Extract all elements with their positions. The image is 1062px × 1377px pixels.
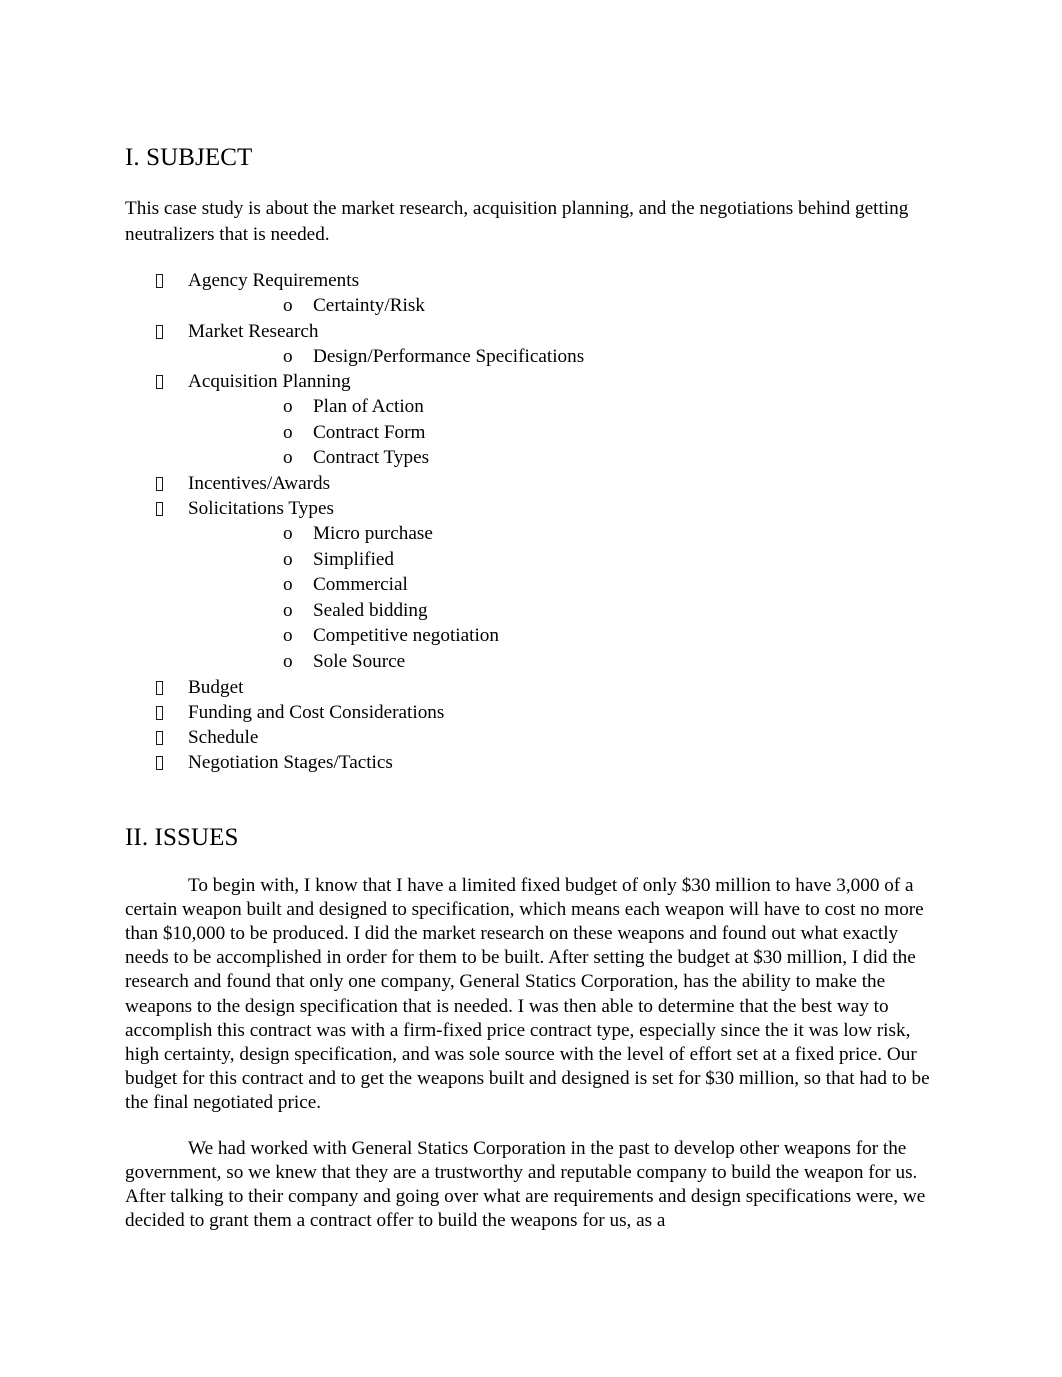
- sub-list-item-label: Simplified: [313, 548, 395, 570]
- list-item: Market Research o Design/Performance Spe…: [125, 319, 937, 370]
- sub-list-item: o Contract Form: [188, 420, 937, 446]
- bullet-box-icon: [156, 725, 170, 750]
- document-body: I. SUBJECT This case study is about the …: [125, 143, 937, 1233]
- sub-list-item-label: Certainty/Risk: [313, 295, 425, 316]
- sub-outline-list: o Certainty/Risk: [188, 293, 937, 319]
- page-title-issues: II. ISSUES: [125, 823, 239, 851]
- sub-list-item: o Sole Source: [188, 649, 937, 675]
- sub-list-item: o Commercial: [188, 572, 937, 598]
- sub-list-item-label: Micro purchase: [313, 522, 433, 544]
- sub-list-item: o Design/Performance Specifications: [188, 344, 937, 370]
- circle-bullet-icon: o: [283, 650, 293, 672]
- bullet-box-icon: [156, 268, 170, 293]
- list-item-label: Market Research: [188, 320, 319, 342]
- subject-outline-list: Agency Requirements o Certainty/Risk Mar…: [125, 268, 937, 775]
- sub-list-item: o Sealed bidding: [188, 598, 937, 624]
- sub-list-item-label: Commercial: [313, 574, 408, 596]
- bullet-box-icon: [156, 496, 170, 521]
- issues-paragraph-2: We had worked with General Statics Corpo…: [125, 1137, 926, 1232]
- circle-bullet-icon: o: [283, 421, 293, 443]
- list-item: Agency Requirements o Certainty/Risk: [125, 268, 937, 319]
- sub-list-item-label: Design/Performance Specifications: [313, 345, 585, 367]
- list-item: Solicitations Types o Micro purchase o S…: [125, 496, 937, 675]
- sub-list-item: o Plan of Action: [188, 394, 937, 420]
- sub-list-item: o Contract Types: [188, 445, 937, 471]
- bullet-box-icon: [156, 471, 170, 496]
- circle-bullet-icon: o: [283, 345, 293, 367]
- circle-bullet-icon: o: [283, 295, 293, 316]
- list-item-label: Schedule: [188, 726, 259, 748]
- sub-list-item: o Competitive negotiation: [188, 623, 937, 649]
- circle-bullet-icon: o: [283, 599, 293, 621]
- sub-list-item: o Simplified: [188, 547, 937, 573]
- list-item-label: Agency Requirements: [188, 270, 360, 291]
- sub-list-item-label: Plan of Action: [313, 396, 424, 418]
- list-item-label: Budget: [188, 676, 244, 698]
- document-page: I. SUBJECT This case study is about the …: [0, 0, 1062, 1377]
- circle-bullet-icon: o: [283, 625, 293, 647]
- circle-bullet-icon: o: [283, 574, 293, 596]
- sub-list-item: o Micro purchase: [188, 521, 937, 547]
- issues-paragraph-1: To begin with, I know that I have a limi…: [125, 874, 930, 1114]
- circle-bullet-icon: o: [283, 548, 293, 570]
- list-item: Negotiation Stages/Tactics: [125, 750, 937, 775]
- list-item-label: Funding and Cost Considerations: [188, 701, 445, 723]
- circle-bullet-icon: o: [283, 396, 293, 418]
- page-title-subject: I. SUBJECT: [125, 144, 253, 171]
- bullet-box-icon: [156, 750, 170, 775]
- sub-list-item: o Certainty/Risk: [188, 293, 937, 319]
- list-item: Budget: [125, 675, 937, 700]
- list-item: Incentives/Awards: [125, 471, 937, 496]
- sub-outline-list: o Plan of Action o Contract Form o Contr…: [188, 394, 937, 471]
- list-item-label: Acquisition Planning: [188, 371, 351, 393]
- list-item-label: Negotiation Stages/Tactics: [188, 751, 393, 773]
- list-item: Funding and Cost Considerations: [125, 700, 937, 725]
- list-item-label: Incentives/Awards: [188, 472, 331, 494]
- sub-list-item-label: Sealed bidding: [313, 599, 428, 621]
- list-item: Schedule: [125, 725, 937, 750]
- list-item: Acquisition Planning o Plan of Action o …: [125, 369, 937, 471]
- bullet-box-icon: [156, 319, 170, 344]
- bullet-box-icon: [156, 675, 170, 700]
- list-item-label: Solicitations Types: [188, 497, 334, 519]
- sub-list-item-label: Competitive negotiation: [313, 625, 499, 647]
- subject-lead-paragraph: This case study is about the market rese…: [125, 198, 909, 245]
- bullet-box-icon: [156, 700, 170, 725]
- sub-outline-list: o Design/Performance Specifications: [188, 344, 937, 370]
- sub-list-item-label: Contract Form: [313, 421, 426, 443]
- sub-outline-list: o Micro purchase o Simplified o Commerci…: [188, 521, 937, 675]
- sub-list-item-label: Contract Types: [313, 447, 430, 469]
- sub-list-item-label: Sole Source: [313, 650, 406, 672]
- bullet-box-icon: [156, 369, 170, 394]
- circle-bullet-icon: o: [283, 522, 293, 544]
- circle-bullet-icon: o: [283, 447, 293, 469]
